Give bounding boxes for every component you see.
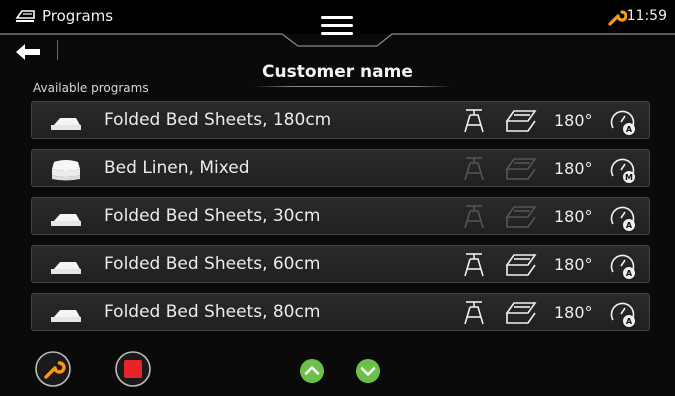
program-name: Folded Bed Sheets, 30cm	[104, 206, 321, 226]
mode-badge: M	[625, 173, 633, 182]
speed-gauge-icon: A	[610, 206, 635, 231]
stop-button[interactable]	[114, 350, 152, 388]
speed-gauge-icon: M	[610, 158, 635, 183]
folding-icon	[505, 302, 537, 324]
temperature: 180°	[554, 255, 593, 274]
menu-button[interactable]	[316, 10, 358, 38]
program-name: Bed Linen, Mixed	[104, 158, 250, 178]
program-row[interactable]: Folded Bed Sheets, 80cm 180° A	[31, 293, 650, 331]
program-row[interactable]: Bed Linen, Mixed 180° M	[31, 149, 650, 187]
program-name: Folded Bed Sheets, 80cm	[104, 302, 321, 322]
conditioning-icon	[464, 109, 484, 133]
divider	[57, 40, 58, 60]
folded-sheets-icon	[51, 118, 81, 130]
section-label: Available programs	[33, 81, 149, 95]
mode-badge: A	[626, 221, 633, 230]
folded-sheets-icon	[51, 262, 81, 274]
program-row[interactable]: Folded Bed Sheets, 30cm 180° A	[31, 197, 650, 235]
program-name: Folded Bed Sheets, 180cm	[104, 110, 332, 130]
program-name: Folded Bed Sheets, 60cm	[104, 254, 321, 274]
folding-icon	[505, 206, 537, 228]
temperature: 180°	[554, 207, 593, 226]
folded-sheets-icon	[51, 214, 81, 226]
bed-linen-stack-icon	[52, 160, 80, 181]
temperature: 180°	[554, 303, 593, 322]
conditioning-icon	[464, 253, 484, 277]
mode-badge: A	[626, 269, 633, 278]
folded-sheets-icon	[51, 310, 81, 322]
temperature: 180°	[554, 159, 593, 178]
temperature: 180°	[554, 111, 593, 130]
program-row[interactable]: Folded Bed Sheets, 180cm 180° A	[31, 101, 650, 139]
scroll-down-button[interactable]	[355, 358, 381, 384]
scroll-up-button[interactable]	[299, 358, 325, 384]
mode-badge: A	[626, 125, 633, 134]
conditioning-icon	[464, 205, 484, 229]
back-arrow-icon[interactable]	[14, 40, 44, 64]
folding-icon	[505, 110, 537, 132]
mode-badge: A	[626, 317, 633, 326]
speed-gauge-icon: A	[610, 254, 635, 279]
program-row[interactable]: Folded Bed Sheets, 60cm 180° A	[31, 245, 650, 283]
folding-icon	[505, 254, 537, 276]
stop-icon	[124, 360, 142, 378]
folding-icon	[505, 158, 537, 180]
conditioning-icon	[464, 157, 484, 181]
divider	[253, 86, 453, 87]
conditioning-icon	[464, 301, 484, 325]
speed-gauge-icon: A	[610, 110, 635, 135]
service-button[interactable]	[34, 350, 72, 388]
speed-gauge-icon: A	[610, 302, 635, 327]
customer-name: Customer name	[262, 62, 413, 82]
